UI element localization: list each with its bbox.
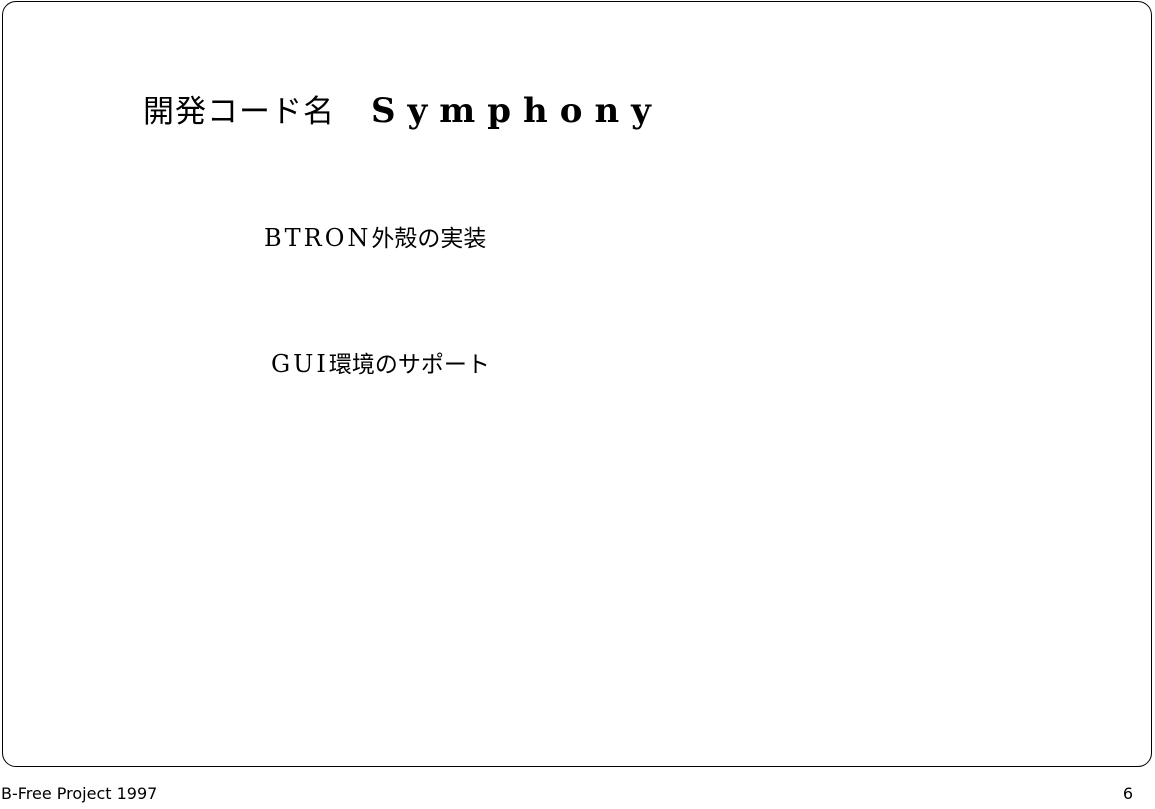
bullet-btron-shell: BTRON外殻の実装 bbox=[264, 226, 486, 251]
bullet-latin-text: BTRON bbox=[264, 224, 372, 252]
title-prefix: 開発コード名 bbox=[143, 94, 335, 130]
slide-title: 開発コード名 Symphony bbox=[143, 94, 663, 128]
footer-project-label: B-Free Project 1997 bbox=[1, 784, 158, 803]
slide-frame: 開発コード名 Symphony BTRON外殻の実装 GUI環境のサポート bbox=[2, 1, 1152, 767]
title-codename: Symphony bbox=[371, 91, 663, 131]
bullet-japanese-text: 環境のサポート bbox=[328, 352, 490, 378]
bullet-gui-support: GUI環境のサポート bbox=[271, 352, 490, 377]
page-number: 6 bbox=[1122, 784, 1133, 803]
bullet-japanese-text: 外殻の実装 bbox=[371, 226, 487, 252]
bullet-latin-text: GUI bbox=[271, 350, 329, 378]
